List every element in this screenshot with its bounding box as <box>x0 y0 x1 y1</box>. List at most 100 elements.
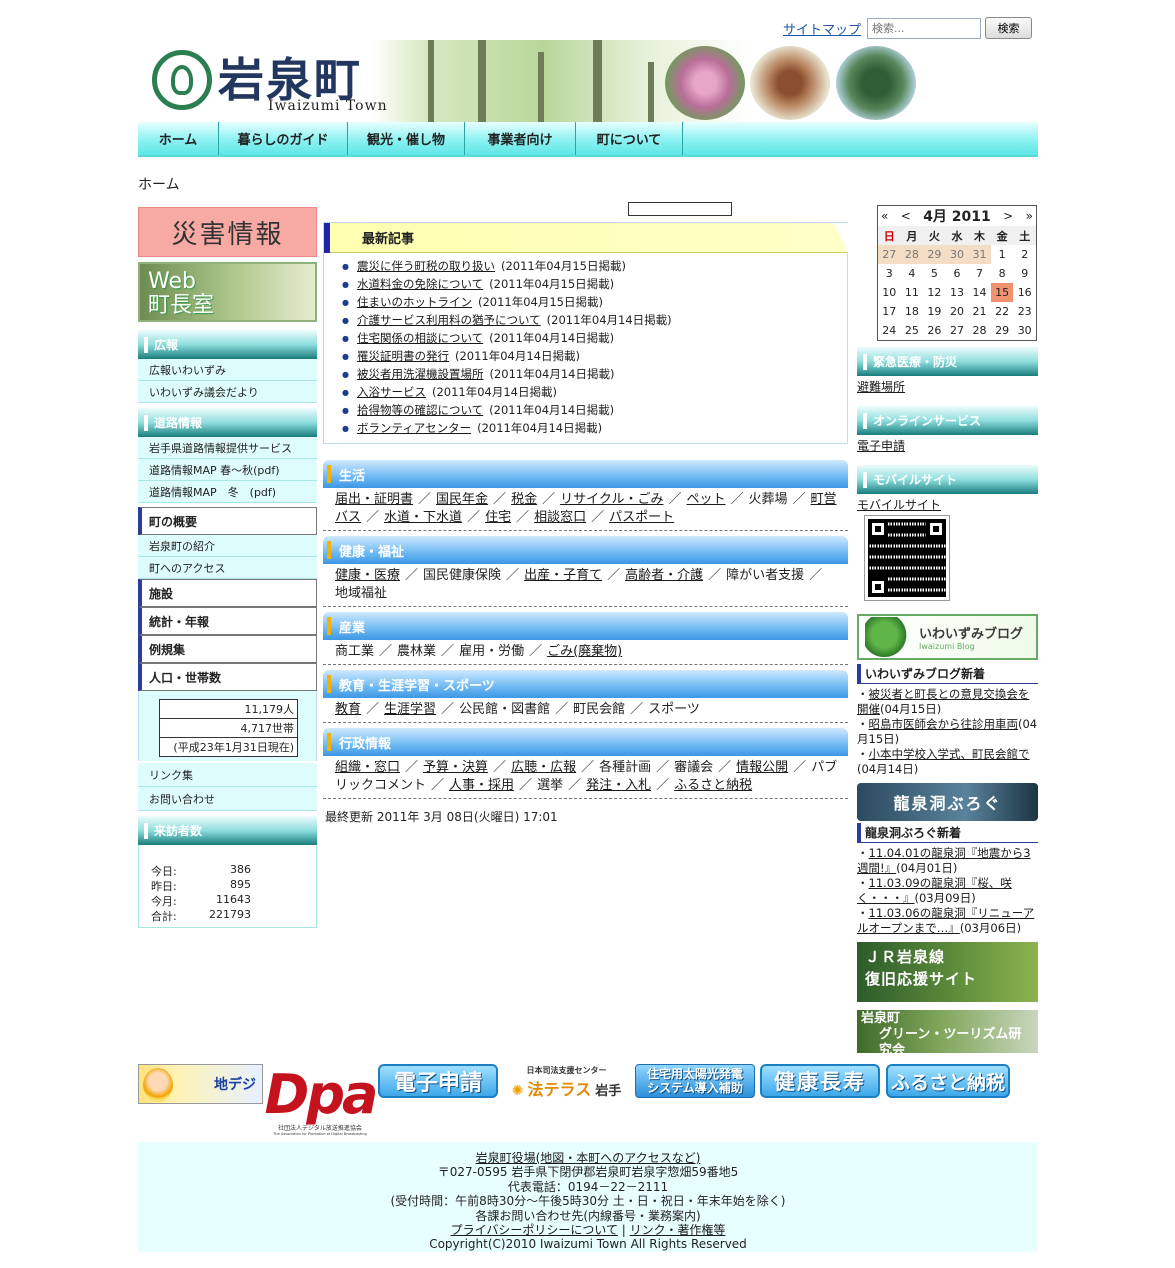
category-link[interactable]: 農林業 <box>397 644 436 659</box>
category-link[interactable]: 地域福祉 <box>335 586 387 601</box>
category-link[interactable]: 高齢者・介護 <box>625 568 703 583</box>
category-link[interactable]: 住宅 <box>485 510 511 525</box>
calendar-day[interactable]: 25 <box>901 321 924 340</box>
calendar-day[interactable]: 16 <box>1013 283 1036 302</box>
calendar-day[interactable]: 3 <box>878 264 901 283</box>
category-link[interactable]: 広聴・広報 <box>511 760 576 775</box>
latest-article-link[interactable]: 介護サービス利用料の猶予について <box>357 312 541 328</box>
latest-article-link[interactable]: 入浴サービス <box>357 384 426 400</box>
latest-article-link[interactable]: 住宅関係の相談について <box>357 330 483 346</box>
green-tourism-banner[interactable]: 岩泉町 グリーン・ツーリズム研究会 <box>857 1010 1038 1058</box>
sidebar-item-town-intro[interactable]: 岩泉町の紹介 <box>138 535 317 557</box>
sidebar-cat-statistics[interactable]: 統計・年報 <box>138 607 317 635</box>
category-link[interactable]: 火葬場 <box>749 492 788 507</box>
sidebar-item-koho-iwaizumi[interactable]: 広報いわいずみ <box>138 359 317 381</box>
category-link[interactable]: 人事・採用 <box>449 778 514 793</box>
calendar-day[interactable]: 24 <box>878 321 901 340</box>
calendar-next-year-button[interactable]: » <box>1026 209 1033 223</box>
mobile-site-link[interactable]: モバイルサイト <box>857 496 1038 514</box>
search-button[interactable]: 検索 <box>985 17 1033 39</box>
latest-article-link[interactable]: 被災者用洗濯機設置場所 <box>357 366 484 382</box>
calendar-day[interactable]: 22 <box>991 302 1014 321</box>
calendar-day[interactable]: 31 <box>968 245 991 264</box>
category-link[interactable]: 選挙 <box>537 778 563 793</box>
calendar-day[interactable]: 14 <box>968 283 991 302</box>
sidebar-item-access[interactable]: 町へのアクセス <box>138 557 317 579</box>
category-link[interactable]: パスポート <box>609 510 674 525</box>
category-link[interactable]: ふるさと納税 <box>674 778 752 793</box>
category-link[interactable]: リサイクル・ごみ <box>560 492 663 507</box>
calendar-day[interactable]: 27 <box>946 321 969 340</box>
category-link[interactable]: 出産・子育て <box>524 568 602 583</box>
category-link[interactable]: ペット <box>686 492 725 507</box>
evacuation-site-link[interactable]: 避難場所 <box>857 378 1038 396</box>
calendar-day[interactable]: 4 <box>901 264 924 283</box>
calendar-day[interactable]: 28 <box>900 245 924 264</box>
dpa-banner[interactable]: Dpa 社団法人デジタル放送推進協会 The Association for P… <box>265 1062 379 1140</box>
calendar-prev-year-button[interactable]: « <box>881 209 888 223</box>
calendar-day[interactable]: 15 <box>990 283 1014 302</box>
houterasu-banner[interactable]: 日本司法支援センター ✺ 法テラス 岩手 <box>504 1062 629 1102</box>
calendar-day[interactable]: 8 <box>991 264 1014 283</box>
calendar-day[interactable]: 23 <box>1013 302 1036 321</box>
e-application-banner[interactable]: 電子申請 <box>378 1064 498 1098</box>
latest-article-link[interactable]: 水道料金の免除について <box>357 276 483 292</box>
category-link[interactable]: 水道・下水道 <box>384 510 462 525</box>
calendar-day[interactable]: 7 <box>968 264 991 283</box>
category-link[interactable]: 国民健康保険 <box>423 568 501 583</box>
blog-entry-link[interactable]: 小本中学校入学式、町民会館で <box>869 747 1030 761</box>
latest-article-link[interactable]: ボランティアセンター <box>357 420 471 436</box>
sidebar-cat-population[interactable]: 人口・世帯数 <box>138 663 317 691</box>
health-longevity-banner[interactable]: 健康長寿 <box>760 1064 880 1098</box>
category-link[interactable]: 障がい者支援 <box>726 568 804 583</box>
search-input[interactable] <box>867 17 982 39</box>
jr-iwaizumi-line-banner[interactable]: ＪＲ岩泉線 復旧応援サイト <box>857 942 1038 1002</box>
category-link[interactable]: スポーツ <box>648 702 700 717</box>
calendar-day[interactable]: 29 <box>991 321 1014 340</box>
category-link[interactable]: 税金 <box>511 492 537 507</box>
calendar-day[interactable]: 19 <box>923 302 946 321</box>
calendar-day[interactable]: 1 <box>991 245 1014 264</box>
web-mayor-room-banner[interactable]: Web 町長室 <box>138 262 317 322</box>
calendar-next-month-button[interactable]: > <box>1003 209 1013 223</box>
nav-business[interactable]: 事業者向け <box>465 122 576 155</box>
calendar-day[interactable]: 30 <box>945 245 969 264</box>
calendar-day[interactable]: 11 <box>901 283 924 302</box>
latest-article-link[interactable]: 住まいのホットライン <box>357 294 472 310</box>
category-link[interactable]: 各種計画 <box>599 760 651 775</box>
category-link[interactable]: 教育 <box>335 702 361 717</box>
sidebar-item-links[interactable]: リンク集 <box>138 763 317 787</box>
sidebar-item-gikai-dayori[interactable]: いわいずみ議会だより <box>138 381 317 403</box>
iwaizumi-blog-banner[interactable]: いわいずみブログ Iwaizumi Blog <box>857 614 1038 660</box>
calendar-day[interactable]: 18 <box>901 302 924 321</box>
calendar-day[interactable]: 21 <box>968 302 991 321</box>
calendar-day[interactable]: 26 <box>923 321 946 340</box>
calendar-day[interactable]: 27 <box>878 245 901 264</box>
calendar-day[interactable]: 20 <box>946 302 969 321</box>
calendar-day[interactable]: 30 <box>1013 321 1036 340</box>
sidebar-item-road-map-summer[interactable]: 道路情報MAP 春〜秋(pdf) <box>138 459 317 481</box>
category-link[interactable]: 生涯学習 <box>384 702 436 717</box>
category-link[interactable]: 審議会 <box>674 760 713 775</box>
category-link[interactable]: 健康・医療 <box>335 568 400 583</box>
nav-living-guide[interactable]: 暮らしのガイド <box>219 122 348 155</box>
e-application-link[interactable]: 電子申請 <box>857 437 1038 455</box>
sidebar-item-road-service[interactable]: 岩手県道路情報提供サービス <box>138 437 317 459</box>
nav-tourism[interactable]: 観光・催し物 <box>348 122 465 155</box>
sidebar-item-road-map-winter[interactable]: 道路情報MAP 冬 (pdf) <box>138 481 317 503</box>
calendar-day[interactable]: 28 <box>968 321 991 340</box>
nav-home[interactable]: ホーム <box>138 122 219 155</box>
sidebar-cat-facilities[interactable]: 施設 <box>138 579 317 607</box>
blog-entry-link[interactable]: 昭島市医師会から往診用車両 <box>869 717 1019 731</box>
calendar-day[interactable]: 2 <box>1013 245 1036 264</box>
category-link[interactable]: 国民年金 <box>436 492 488 507</box>
town-emblem-icon[interactable] <box>152 50 212 110</box>
disaster-info-banner[interactable]: 災害情報 <box>138 207 317 257</box>
category-link[interactable]: 組織・窓口 <box>335 760 400 775</box>
latest-article-link[interactable]: 震災に伴う町税の取り扱い <box>357 258 495 274</box>
sidebar-item-contact[interactable]: お問い合わせ <box>138 787 317 811</box>
ryusendo-blog-banner[interactable]: 龍泉洞ぶろぐ <box>857 783 1038 821</box>
latest-article-link[interactable]: 拾得物等の確認について <box>357 402 483 418</box>
furusato-tax-banner[interactable]: ふるさと納税 <box>886 1064 1010 1098</box>
category-link[interactable]: 相談窓口 <box>534 510 586 525</box>
